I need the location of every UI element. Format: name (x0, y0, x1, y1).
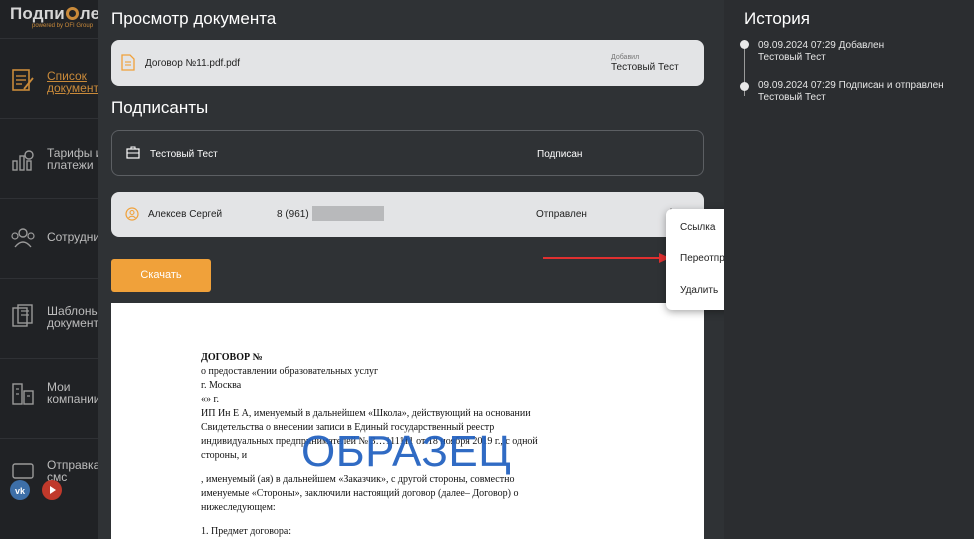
file-name: Договор №11.pdf.pdf (145, 58, 241, 69)
sidebar-item-companies[interactable]: Мои компании (0, 358, 98, 438)
templates-icon (12, 304, 33, 327)
history-event: 09.09.2024 07:29 Подписан и отправлен Те… (758, 80, 944, 103)
added-by-label: Добавил (611, 54, 640, 61)
vk-icon[interactable]: vk (10, 480, 30, 500)
sidebar-item-tariffs[interactable]: Тарифы и платежи (0, 118, 98, 198)
sidebar-item-label: Тарифы и платежи (47, 146, 98, 172)
file-card[interactable]: Договор №11.pdf.pdf Добавил Тестовый Тес… (111, 40, 704, 86)
doc-line: нижеследующем: (201, 502, 276, 513)
user-icon (125, 207, 139, 221)
page-title: Просмотр документа (111, 9, 277, 28)
logo[interactable]: Подпи ле (10, 4, 98, 24)
red-arrow-icon (543, 253, 670, 263)
history-event: 09.09.2024 07:29 Добавлен Тестовый Тест (758, 40, 885, 63)
employees-icon (11, 228, 35, 248)
sidebar-item-label: Шаблоны документов (47, 304, 98, 330)
doc-line: ИП Ин Е А, именуемый в дальнейшем «Школа… (201, 408, 531, 419)
doc-line: ДОГОВОР № (201, 352, 263, 363)
doc-line (201, 515, 538, 525)
youtube-icon[interactable] (42, 480, 62, 500)
timeline-dot-icon (740, 40, 749, 49)
file-icon (121, 54, 135, 71)
menu-item-delete[interactable]: Удалить (680, 285, 718, 296)
phone-redaction (312, 206, 384, 221)
history-panel: История 09.09.2024 07:29 Добавлен Тестов… (724, 0, 974, 539)
signer-status: Отправлен (536, 209, 587, 220)
added-by-user: Тестовый Тест (611, 62, 679, 73)
document-view-panel: Просмотр документа Договор №11.pdf.pdf Д… (98, 0, 724, 539)
doc-line: «» г. (201, 394, 219, 405)
companies-icon (12, 383, 34, 405)
history-title: История (744, 9, 810, 28)
signer-phone: 8 (961) (277, 209, 309, 220)
document-preview: ДОГОВОР № о предоставлении образовательн… (111, 303, 704, 539)
sidebar-item-templates[interactable]: Шаблоны документов (0, 278, 98, 358)
signer-name: Тестовый Тест (150, 149, 218, 160)
menu-item-link[interactable]: Ссылка (680, 222, 715, 233)
sidebar-item-label: Сотрудники (47, 230, 98, 244)
tariffs-icon (12, 150, 34, 171)
sidebar-item-label: Мои компании (47, 380, 98, 406)
sample-watermark: ОБРАЗЕЦ (301, 427, 512, 476)
download-button[interactable]: Скачать (111, 259, 211, 292)
logo-tagline: powered by OFI Group (32, 23, 94, 29)
signer-status: Подписан (537, 149, 583, 160)
signer-name: Алексев Сергей (148, 209, 223, 220)
doc-line: о предоставлении образовательных услуг (201, 366, 379, 377)
doc-line: именуемые «Стороны», заключили настоящий… (201, 488, 519, 499)
sidebar-item-label: Список документов (47, 69, 98, 95)
svg-text:vk: vk (15, 486, 26, 496)
briefcase-icon (126, 146, 140, 159)
signer-row[interactable]: Алексев Сергей 8 (961) Отправлен ⋮ (111, 192, 704, 237)
sidebar-item-documents[interactable]: Список документов (0, 38, 98, 118)
logo-ring-icon (65, 7, 79, 20)
document-list-icon (12, 69, 34, 91)
timeline-dot-icon (740, 82, 749, 91)
signer-row[interactable]: Тестовый Тест Подписан (111, 130, 704, 176)
sidebar: Подпи ле powered by OFI Group Список доку… (0, 0, 98, 539)
doc-line: г. Москва (201, 380, 242, 391)
signers-title: Подписанты (111, 98, 209, 117)
sidebar-item-sms[interactable]: Отправка смс (0, 438, 98, 518)
sidebar-item-employees[interactable]: Сотрудники (0, 198, 98, 278)
doc-line: 1. Предмет договора: (201, 526, 292, 537)
